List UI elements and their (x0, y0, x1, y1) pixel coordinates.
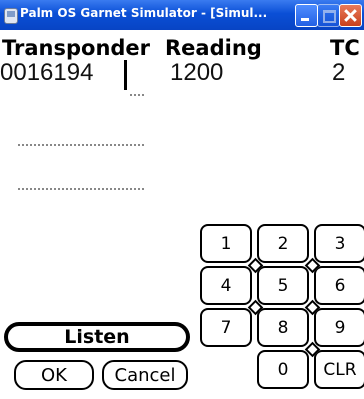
window-title: Palm OS Garnet Simulator - [Simul... (20, 6, 268, 20)
ok-button[interactable]: OK (14, 360, 94, 390)
key-1[interactable]: 1 (200, 224, 252, 263)
key-3[interactable]: 3 (314, 224, 364, 263)
transponder-field[interactable]: 0016194 (0, 59, 93, 87)
key-9[interactable]: 9 (314, 308, 364, 347)
listen-button[interactable]: Listen (4, 322, 190, 352)
tc-field[interactable]: 2 (332, 59, 345, 87)
key-5[interactable]: 5 (257, 266, 309, 305)
palm-app-icon[interactable] (4, 8, 18, 24)
transponder-header: Transponder (2, 36, 151, 60)
window-titlebar[interactable]: Palm OS Garnet Simulator - [Simul... (0, 0, 364, 30)
transponder-field-row3[interactable] (18, 188, 144, 190)
text-cursor (124, 60, 127, 90)
cancel-button[interactable]: Cancel (102, 360, 188, 390)
transponder-field-underline (130, 94, 144, 96)
reading-header: Reading (165, 36, 262, 60)
key-0[interactable]: 0 (257, 350, 309, 389)
reading-field[interactable]: 1200 (170, 59, 223, 87)
key-8[interactable]: 8 (257, 308, 309, 347)
key-clr[interactable]: CLR (314, 350, 364, 389)
close-icon[interactable] (339, 4, 362, 27)
key-4[interactable]: 4 (200, 266, 252, 305)
key-7[interactable]: 7 (200, 308, 252, 347)
minimize-icon[interactable] (295, 4, 318, 27)
transponder-field-row2[interactable] (18, 144, 144, 146)
tc-header: TC (330, 36, 360, 60)
key-2[interactable]: 2 (257, 224, 309, 263)
maximize-icon (317, 4, 340, 27)
key-6[interactable]: 6 (314, 266, 364, 305)
